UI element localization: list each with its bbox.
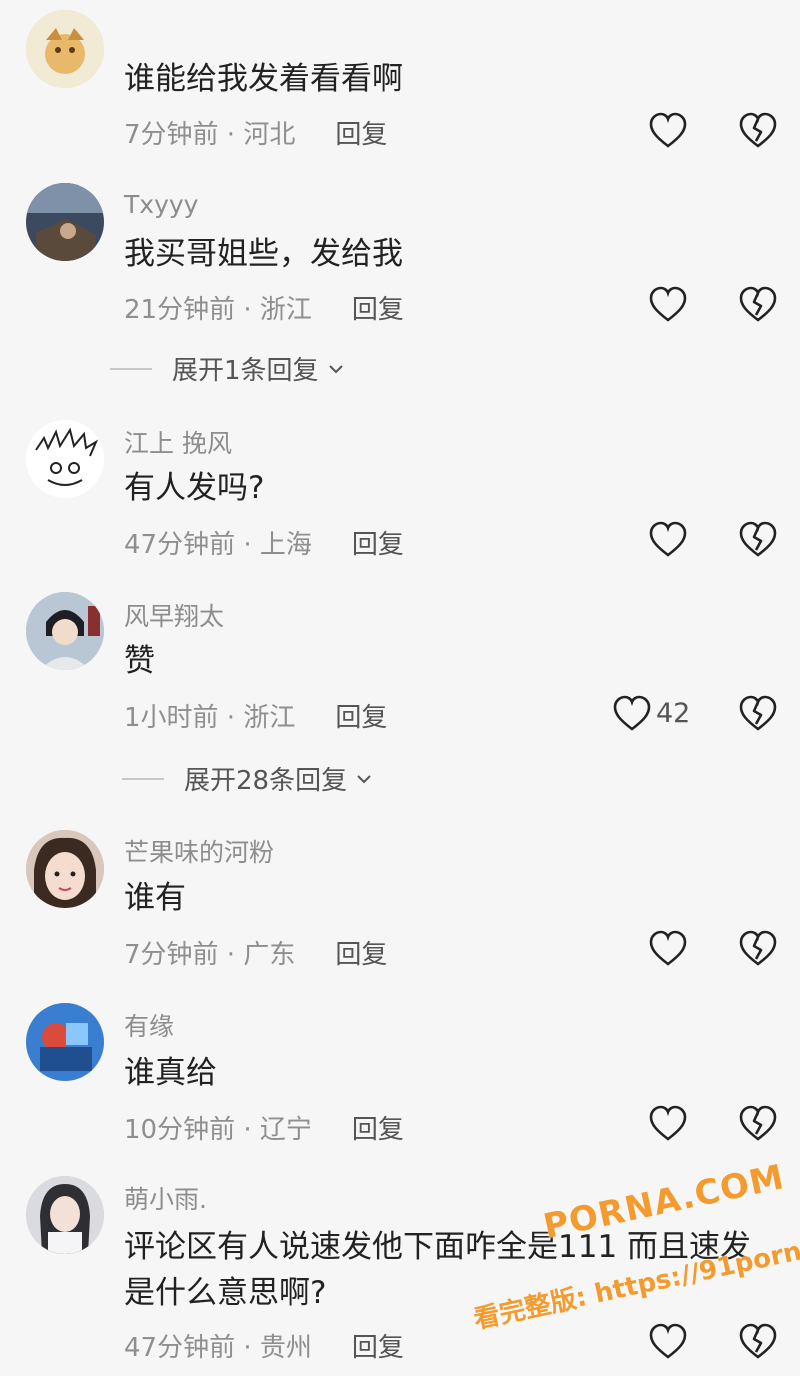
comment-meta: 10分钟前 · 辽宁 回复 <box>124 1109 404 1146</box>
comment-meta: 7分钟前 · 广东 回复 <box>124 934 387 971</box>
comment-list: 谁能给我发着看看啊 7分钟前 · 河北 回复 Txyyy 我买哥姐些，发给我 21… <box>0 0 800 1376</box>
heart-outline-icon[interactable] <box>648 929 688 969</box>
reply-button[interactable]: 回复 <box>335 703 387 733</box>
expand-replies-label: 展开28条回复 <box>184 766 348 796</box>
broken-heart-icon[interactable] <box>738 1322 778 1362</box>
reply-button[interactable]: 回复 <box>335 120 387 150</box>
comment-username[interactable]: 江上 挽风 <box>124 424 232 460</box>
comment-text: 谁能给我发着看看啊 <box>124 61 403 97</box>
chevron-down-icon <box>357 774 371 783</box>
reply-button[interactable]: 回复 <box>352 295 404 325</box>
comment-meta: 21分钟前 · 浙江 回复 <box>124 289 404 326</box>
separator: · <box>235 295 260 325</box>
divider <box>122 777 164 780</box>
heart-outline-icon[interactable] <box>648 1104 688 1144</box>
avatar[interactable] <box>26 830 104 908</box>
divider <box>110 367 152 370</box>
separator: · <box>235 1115 260 1145</box>
heart-outline-icon[interactable] <box>612 694 652 734</box>
comment-location: 辽宁 <box>259 1115 312 1145</box>
broken-heart-icon[interactable] <box>738 929 778 969</box>
comment-time: 21分钟前 <box>124 295 236 325</box>
reply-button[interactable]: 回复 <box>352 1115 404 1145</box>
broken-heart-icon[interactable] <box>738 520 778 560</box>
reply-button[interactable]: 回复 <box>352 1333 404 1363</box>
comment-text: 谁有 <box>124 880 186 916</box>
comment-username[interactable]: 芒果味的河粉 <box>124 833 274 869</box>
like-count: 42 <box>656 698 691 729</box>
comment-location: 上海 <box>259 530 312 560</box>
reply-button[interactable]: 回复 <box>335 940 387 970</box>
avatar[interactable] <box>26 592 104 670</box>
separator: · <box>218 940 244 970</box>
avatar[interactable] <box>26 1003 104 1081</box>
heart-outline-icon[interactable] <box>648 111 688 151</box>
broken-heart-icon[interactable] <box>738 694 778 734</box>
comment-time: 47分钟前 <box>124 1333 236 1363</box>
avatar[interactable] <box>26 183 104 261</box>
comment-location: 广东 <box>243 940 296 970</box>
comment-time: 47分钟前 <box>124 530 236 560</box>
broken-heart-icon[interactable] <box>738 285 778 325</box>
comment-meta: 7分钟前 · 河北 回复 <box>124 114 387 151</box>
comment-text: 赞 <box>124 643 155 679</box>
chevron-down-icon <box>328 364 343 373</box>
avatar[interactable] <box>26 420 104 498</box>
comment-text: 有人发吗? <box>124 470 265 506</box>
heart-outline-icon[interactable] <box>648 1322 688 1362</box>
comment-username[interactable]: 风早翔太 <box>124 597 224 633</box>
comment-meta: 47分钟前 · 上海 回复 <box>124 524 404 561</box>
expand-replies-button[interactable]: 展开1条回复 <box>110 350 343 387</box>
avatar[interactable] <box>26 1176 104 1254</box>
comment-time: 10分钟前 <box>124 1115 236 1145</box>
comment-location: 浙江 <box>243 703 296 733</box>
separator: · <box>235 530 260 560</box>
heart-outline-icon[interactable] <box>648 285 688 325</box>
avatar[interactable] <box>26 10 104 88</box>
comment-text: 我买哥姐些，发给我 <box>124 236 403 272</box>
comment-location: 河北 <box>243 120 296 150</box>
comment-time: 1小时前 <box>124 703 219 733</box>
broken-heart-icon[interactable] <box>738 111 778 151</box>
comment-time: 7分钟前 <box>124 120 219 150</box>
comment-username[interactable]: 有缘 <box>124 1007 174 1043</box>
comment-location: 浙江 <box>259 295 312 325</box>
comment-meta: 47分钟前 · 贵州 回复 <box>124 1327 404 1364</box>
comment-text: 谁真给 <box>124 1055 217 1091</box>
comment-username[interactable]: Txyyy <box>124 190 198 219</box>
reply-button[interactable]: 回复 <box>352 530 404 560</box>
expand-replies-label: 展开1条回复 <box>172 356 319 386</box>
comment-username[interactable]: 萌小雨. <box>124 1180 207 1216</box>
broken-heart-icon[interactable] <box>738 1104 778 1144</box>
comment-time: 7分钟前 <box>124 940 219 970</box>
separator: · <box>235 1333 260 1363</box>
heart-outline-icon[interactable] <box>648 520 688 560</box>
comment-location: 贵州 <box>259 1333 312 1363</box>
comment-meta: 1小时前 · 浙江 回复 <box>124 697 387 734</box>
separator: · <box>218 703 244 733</box>
expand-replies-button[interactable]: 展开28条回复 <box>122 760 371 797</box>
separator: · <box>218 120 244 150</box>
